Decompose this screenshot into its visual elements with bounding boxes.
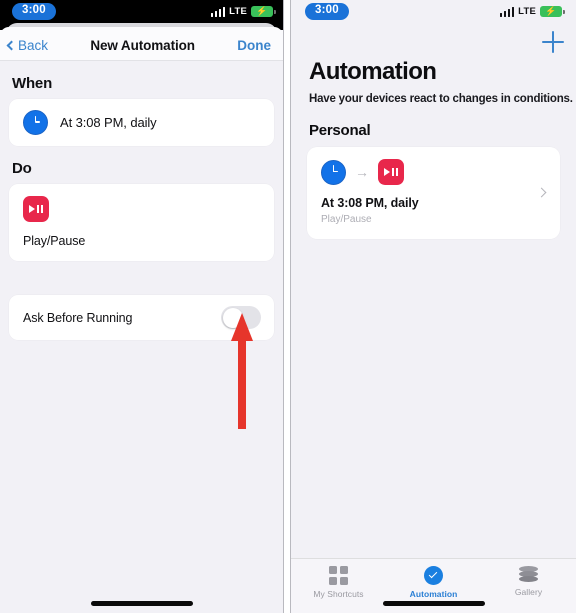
back-button[interactable]: Back: [6, 37, 49, 53]
when-card[interactable]: At 3:08 PM, daily: [9, 99, 274, 146]
page-title: New Automation: [90, 37, 195, 53]
tab-gallery[interactable]: Gallery: [481, 566, 576, 597]
automation-page-title: Automation: [309, 58, 437, 85]
panel-divider: [283, 0, 291, 613]
left-status-bar: 3:00 LTE ⚡: [0, 0, 283, 23]
tab-my-shortcuts[interactable]: My Shortcuts: [291, 566, 386, 599]
pause-bars: [37, 205, 43, 213]
status-indicators: LTE ⚡: [210, 6, 276, 17]
automation-item-title: At 3:08 PM, daily: [321, 196, 419, 210]
arrow-head: [231, 313, 253, 341]
tab-my-shortcuts-label: My Shortcuts: [313, 589, 364, 599]
battery-charging-icon: ⚡: [540, 6, 565, 17]
home-indicator: [90, 601, 193, 606]
sheet-top-shoulder: [0, 23, 283, 40]
grid-icon: [329, 566, 348, 585]
when-section-heading: When: [12, 75, 53, 92]
back-button-label: Back: [18, 37, 49, 53]
right-phone-screen: 3:00 LTE ⚡ Automation Have your devices …: [291, 0, 576, 613]
chevron-left-icon: [6, 40, 17, 50]
trigger-text: At 3:08 PM, daily: [60, 115, 157, 130]
plus-icon[interactable]: [542, 31, 564, 53]
signal-bars-icon: [210, 6, 226, 17]
automation-list-item[interactable]: → At 3:08 PM, daily Play/Pause: [307, 147, 560, 239]
automation-icons: →: [321, 159, 547, 185]
play-triangle: [29, 205, 36, 213]
signal-bars-icon: [499, 6, 515, 17]
action-label: Play/Pause: [23, 234, 86, 248]
do-card[interactable]: Play/Pause: [9, 184, 274, 261]
tab-automation[interactable]: Automation: [386, 566, 481, 599]
do-section-heading: Do: [12, 160, 32, 177]
right-status-bar: 3:00 LTE ⚡: [291, 0, 576, 23]
tab-automation-label: Automation: [409, 589, 458, 599]
left-phone-screen: 3:00 LTE ⚡ Back New Automation Done When…: [0, 0, 283, 613]
arrow-shaft: [238, 339, 246, 429]
left-nav-bar: Back New Automation Done: [0, 30, 283, 61]
screenshot-root: 3:00 LTE ⚡ Back New Automation Done When…: [0, 0, 577, 613]
group-heading-personal: Personal: [309, 122, 371, 139]
network-label: LTE: [518, 6, 536, 17]
done-button[interactable]: Done: [237, 38, 271, 53]
arrow-right-icon: →: [355, 163, 369, 180]
battery-charging-icon: ⚡: [251, 6, 276, 17]
bolt-glyph: ⚡: [256, 6, 268, 16]
play-pause-icon: [378, 159, 404, 185]
tab-gallery-label: Gallery: [514, 587, 543, 597]
status-indicators: LTE ⚡: [499, 6, 565, 17]
automation-page-subtitle: Have your devices react to changes in co…: [309, 93, 573, 105]
network-label: LTE: [229, 6, 247, 17]
clock-icon: [321, 159, 346, 185]
play-triangle: [384, 168, 391, 176]
gallery-layers-icon: [519, 566, 538, 583]
pause-bars: [392, 168, 398, 176]
clock-icon: [23, 110, 48, 135]
automation-item-subtitle: Play/Pause: [321, 214, 372, 225]
home-indicator: [382, 601, 485, 606]
ask-before-running-label: Ask Before Running: [23, 310, 133, 325]
play-pause-icon: [23, 196, 49, 222]
left-content: When At 3:08 PM, daily Do Play/Pause Ask…: [0, 75, 283, 340]
trigger-row[interactable]: At 3:08 PM, daily: [9, 99, 274, 146]
bolt-glyph: ⚡: [545, 6, 557, 16]
annotation-arrow-icon: [231, 313, 253, 429]
status-time: 3:00: [305, 3, 349, 20]
automation-check-icon: [424, 566, 443, 585]
status-time: 3:00: [12, 3, 56, 20]
